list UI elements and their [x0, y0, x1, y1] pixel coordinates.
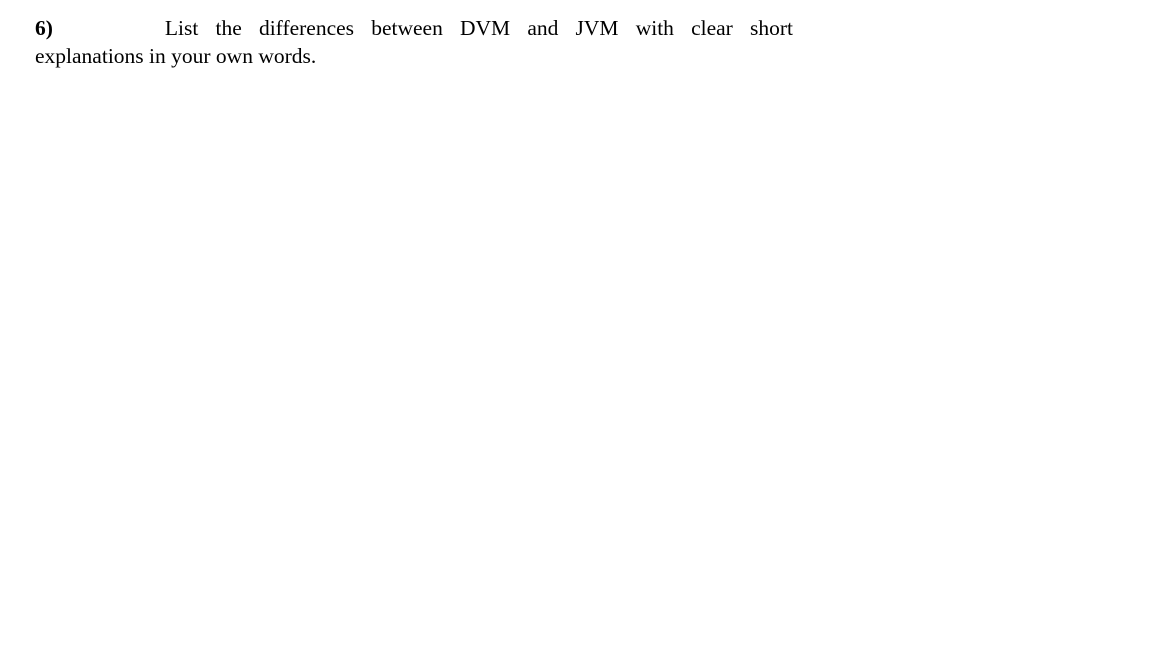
question-text-line-2: explanations in your own words.	[35, 44, 317, 68]
question-text-line-1: List the differences between DVM and JVM…	[164, 16, 793, 40]
question-line-1: 6) List the differences between DVM and J…	[35, 14, 793, 42]
question-number: 6)	[35, 16, 53, 40]
document-body: 6) List the differences between DVM and J…	[35, 14, 793, 70]
document-page: 6) List the differences between DVM and J…	[0, 0, 1152, 648]
question-item-6: 6) List the differences between DVM and J…	[35, 14, 793, 70]
